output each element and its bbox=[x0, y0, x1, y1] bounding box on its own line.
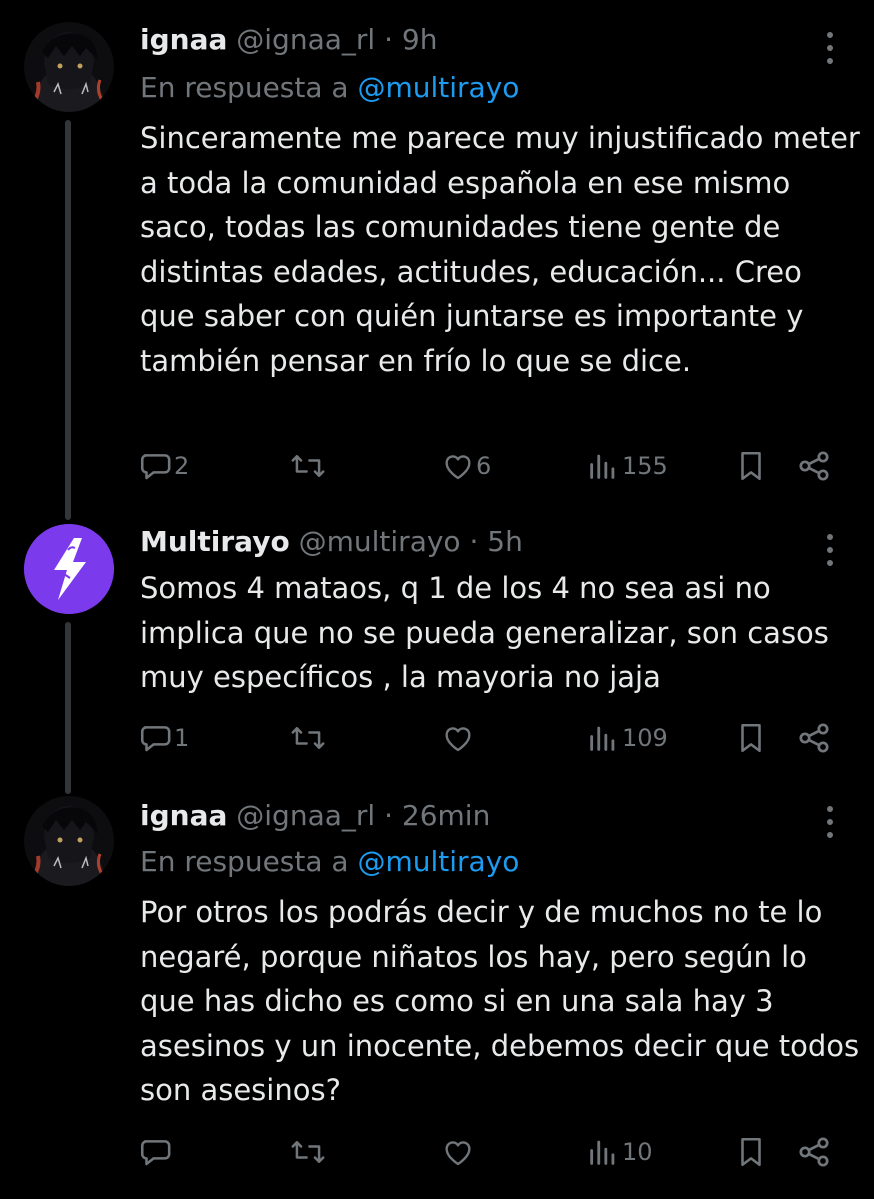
reply-count: 1 bbox=[174, 724, 190, 752]
retweet-arrows-icon bbox=[291, 455, 325, 477]
share-button[interactable] bbox=[796, 716, 832, 760]
reply-button[interactable]: 2 bbox=[138, 444, 189, 488]
heart-icon bbox=[445, 727, 471, 752]
mention-link[interactable]: @multirayo bbox=[357, 845, 519, 878]
bookmark-button[interactable] bbox=[736, 716, 766, 760]
user-avatar[interactable] bbox=[24, 796, 114, 886]
bookmark-button[interactable] bbox=[736, 1130, 766, 1174]
retweet-button[interactable] bbox=[290, 1130, 328, 1174]
view-count: 109 bbox=[622, 724, 668, 752]
heart-icon bbox=[445, 1141, 471, 1166]
share-icon bbox=[799, 451, 829, 481]
reply-button[interactable]: 1 bbox=[138, 716, 189, 760]
speech-bubble-icon bbox=[140, 1140, 171, 1166]
reply-count: 2 bbox=[174, 452, 190, 480]
reply-button[interactable] bbox=[138, 1130, 174, 1174]
share-icon bbox=[799, 1137, 829, 1167]
tweet-text: Somos 4 mataos, q 1 de los 4 no sea asi … bbox=[140, 571, 829, 695]
tweet-actions: 2 6 155 bbox=[0, 444, 874, 488]
reply-context: En respuesta a @multirayo bbox=[140, 844, 519, 880]
share-icon bbox=[799, 723, 829, 753]
display-name[interactable]: ignaa bbox=[140, 799, 227, 832]
tweet-actions: 1 109 bbox=[0, 716, 874, 760]
view-count: 155 bbox=[622, 452, 668, 480]
tweet-header: ignaa @ignaa_rl · 26min bbox=[140, 799, 491, 832]
speech-bubble-icon bbox=[140, 726, 171, 752]
display-name[interactable]: ignaa bbox=[140, 23, 227, 56]
user-handle[interactable]: @multirayo bbox=[299, 525, 461, 558]
more-options-icon[interactable] bbox=[818, 28, 842, 68]
tweet[interactable]: Multirayo @multirayo · 5h Somos 4 mataos… bbox=[0, 500, 874, 790]
view-count: 10 bbox=[622, 1138, 653, 1166]
heart-icon bbox=[445, 455, 471, 480]
timestamp[interactable]: 26min bbox=[402, 799, 490, 832]
tweet-actions: 10 bbox=[0, 1130, 874, 1174]
bar-chart-icon bbox=[590, 454, 615, 479]
reply-prefix: En respuesta a bbox=[140, 71, 349, 104]
retweet-arrows-icon bbox=[291, 1141, 325, 1163]
reply-context: En respuesta a @multirayo bbox=[140, 70, 519, 106]
views-button[interactable]: 155 bbox=[586, 444, 668, 488]
mention-link[interactable]: @multirayo bbox=[357, 71, 519, 104]
speech-bubble-icon bbox=[140, 454, 171, 480]
user-handle[interactable]: @ignaa_rl bbox=[236, 23, 375, 56]
retweet-arrows-icon bbox=[291, 727, 325, 749]
timestamp[interactable]: 9h bbox=[402, 23, 438, 56]
bar-chart-icon bbox=[590, 1140, 615, 1165]
retweet-button[interactable] bbox=[290, 716, 328, 760]
views-button[interactable]: 109 bbox=[586, 716, 668, 760]
bookmark-icon bbox=[741, 451, 761, 481]
more-options-icon[interactable] bbox=[818, 530, 842, 570]
user-handle[interactable]: @ignaa_rl bbox=[236, 799, 375, 832]
share-button[interactable] bbox=[796, 1130, 832, 1174]
user-avatar[interactable] bbox=[24, 524, 114, 614]
like-count: 6 bbox=[476, 452, 492, 480]
tweet-text: Por otros los podrás decir y de muchos n… bbox=[140, 895, 860, 1108]
bar-chart-icon bbox=[590, 726, 615, 751]
share-button[interactable] bbox=[796, 444, 832, 488]
tweet-header: Multirayo @multirayo · 5h bbox=[140, 525, 523, 558]
reply-prefix: En respuesta a bbox=[140, 845, 349, 878]
bookmark-button[interactable] bbox=[736, 444, 766, 488]
like-button[interactable] bbox=[442, 716, 476, 760]
more-options-icon[interactable] bbox=[818, 802, 842, 842]
tweet-header: ignaa @ignaa_rl · 9h bbox=[140, 23, 438, 56]
display-name[interactable]: Multirayo bbox=[140, 525, 290, 558]
like-button[interactable] bbox=[442, 1130, 476, 1174]
timestamp[interactable]: 5h bbox=[487, 525, 523, 558]
tweet[interactable]: ignaa @ignaa_rl · 9h En respuesta a @mul… bbox=[0, 0, 874, 500]
bookmark-icon bbox=[741, 723, 761, 753]
tweet-text: Sinceramente me parece muy injustificado… bbox=[140, 121, 860, 378]
bookmark-icon bbox=[741, 1137, 761, 1167]
tweet[interactable]: ignaa @ignaa_rl · 26min En respuesta a @… bbox=[0, 790, 874, 1199]
user-avatar[interactable] bbox=[24, 22, 114, 112]
like-button[interactable]: 6 bbox=[442, 444, 491, 488]
views-button[interactable]: 10 bbox=[586, 1130, 653, 1174]
retweet-button[interactable] bbox=[290, 444, 328, 488]
